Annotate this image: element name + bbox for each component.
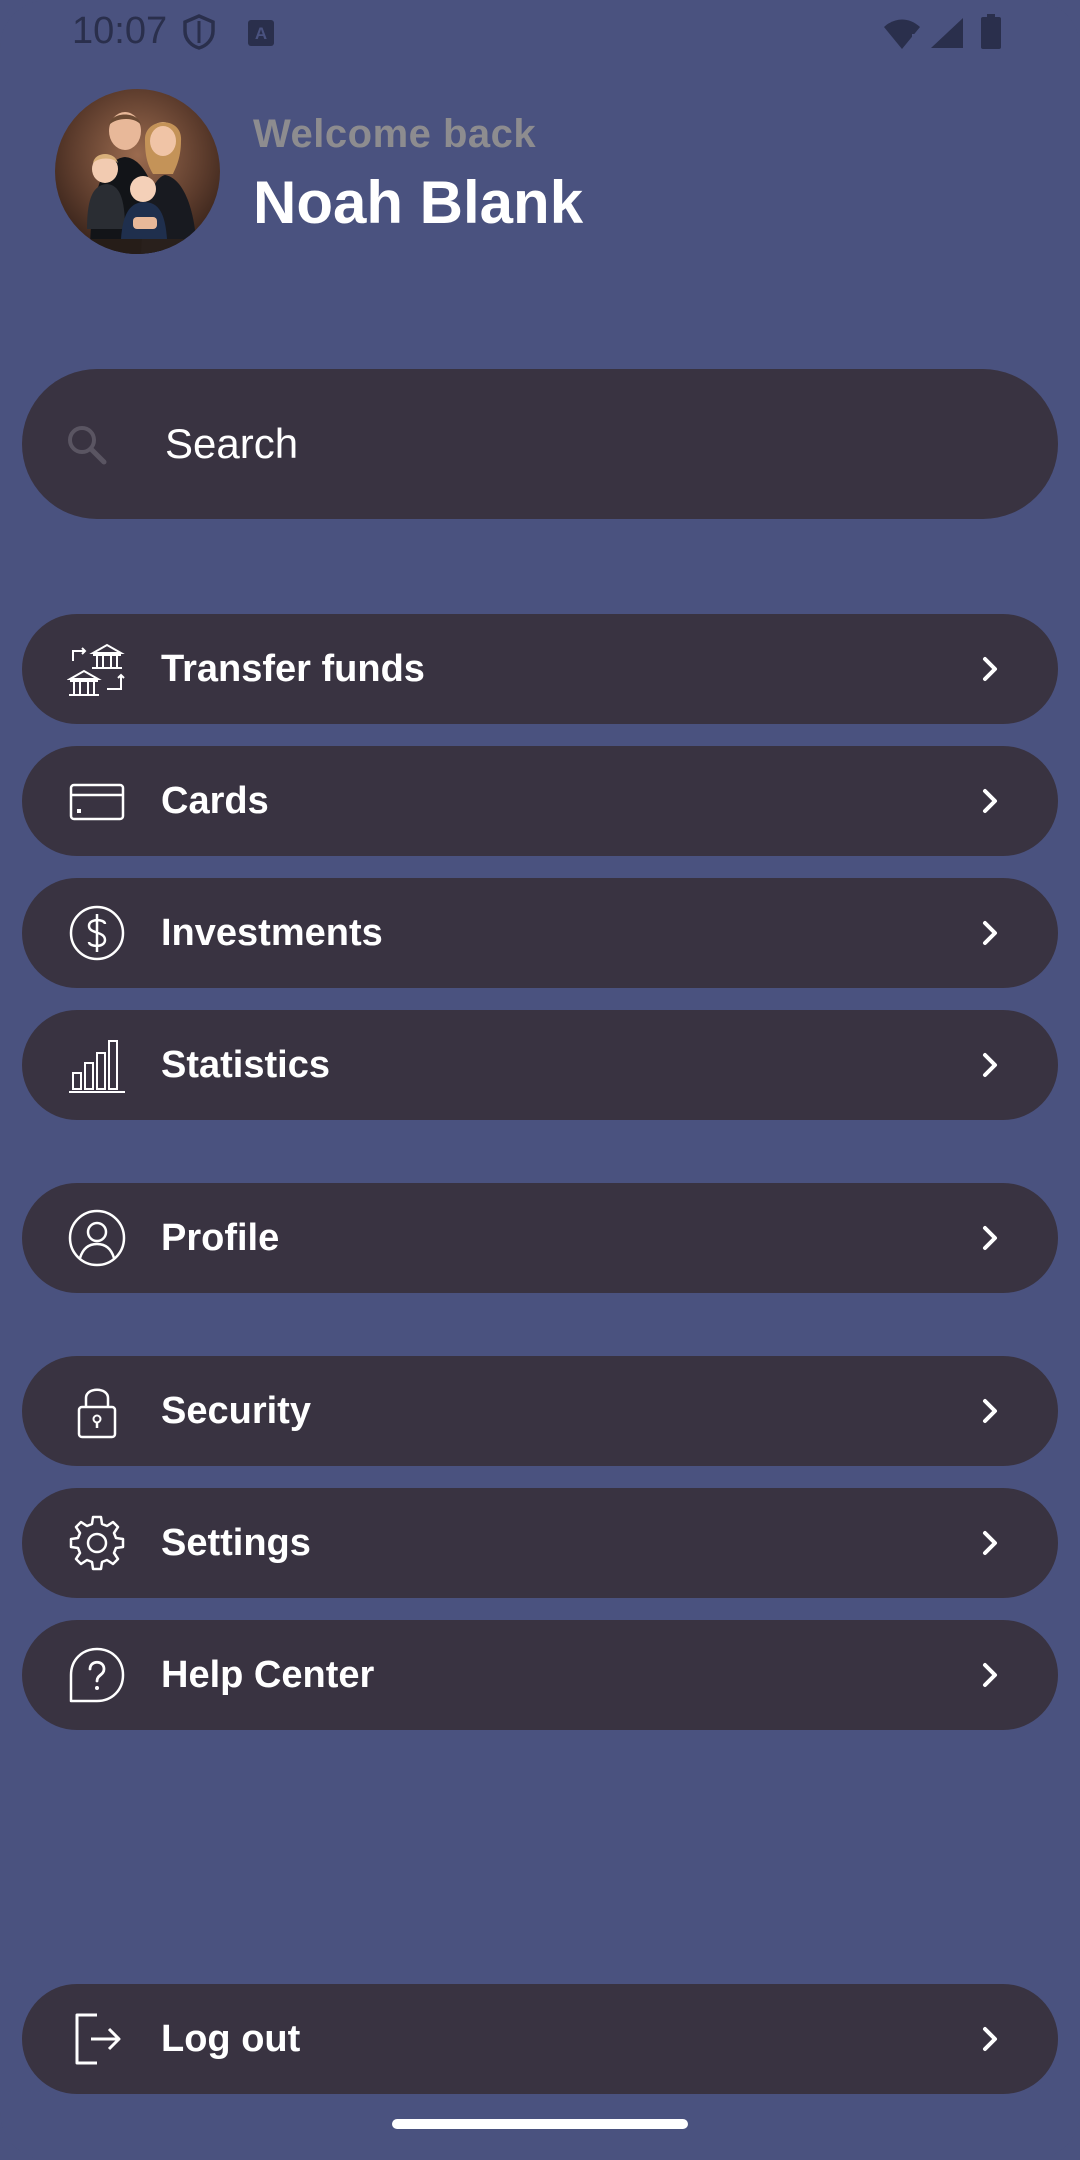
chevron-right-icon	[983, 1663, 997, 1687]
menu-item-label: Settings	[161, 1522, 311, 1564]
svg-text:A: A	[255, 24, 267, 43]
bank-transfer-icon	[67, 643, 125, 696]
logout-label: Log out	[161, 2018, 301, 2060]
wifi-icon	[884, 19, 920, 49]
logout-icon	[75, 2013, 121, 2065]
logout-button[interactable]: Log out	[22, 1984, 1058, 2094]
menu-item-profile[interactable]: Profile	[22, 1183, 1058, 1293]
menu-item-label: Profile	[161, 1217, 280, 1259]
chevron-right-icon	[983, 2027, 997, 2051]
chevron-right-icon	[983, 1399, 997, 1423]
menu-item-cards[interactable]: Cards	[22, 746, 1058, 856]
menu-item-help-center[interactable]: Help Center	[22, 1620, 1058, 1730]
chevron-right-icon	[983, 1226, 997, 1250]
menu-item-label: Statistics	[161, 1044, 330, 1086]
status-bar: 10:07 A	[0, 0, 1080, 68]
dollar-circle-icon	[69, 905, 125, 961]
gear-icon	[69, 1515, 125, 1571]
status-time: 10:07	[72, 10, 168, 52]
chevron-right-icon	[983, 657, 997, 681]
menu-item-label: Investments	[161, 912, 383, 954]
help-bubble-icon	[69, 1647, 125, 1703]
search-input[interactable]	[150, 369, 1045, 519]
user-name: Noah Blank	[253, 169, 584, 236]
cellular-signal-icon	[931, 18, 963, 48]
avatar[interactable]	[55, 89, 220, 254]
menu-item-label: Security	[161, 1390, 311, 1432]
chevron-right-icon	[983, 1531, 997, 1555]
welcome-text: Welcome back	[253, 112, 537, 156]
menu-item-security[interactable]: Security	[22, 1356, 1058, 1466]
lock-icon	[77, 1388, 117, 1439]
menu-item-transfer-funds[interactable]: Transfer funds	[22, 614, 1058, 724]
search-icon	[68, 426, 107, 465]
bar-chart-icon	[69, 1040, 125, 1093]
menu-item-label: Transfer funds	[161, 648, 425, 690]
credit-card-icon	[69, 783, 125, 821]
chevron-right-icon	[983, 921, 997, 945]
avatar-photo	[55, 89, 220, 254]
gesture-nav-handle[interactable]	[392, 2119, 688, 2129]
menu-item-settings[interactable]: Settings	[22, 1488, 1058, 1598]
menu-item-statistics[interactable]: Statistics	[22, 1010, 1058, 1120]
chevron-right-icon	[983, 789, 997, 813]
app-screen: 10:07 A Welcome back Noah Blank Search T…	[0, 0, 1080, 2160]
menu-item-label: Cards	[161, 780, 269, 822]
shield-icon	[183, 14, 215, 50]
menu-item-investments[interactable]: Investments	[22, 878, 1058, 988]
menu-item-label: Help Center	[161, 1654, 375, 1696]
user-circle-icon	[68, 1209, 126, 1267]
chevron-right-icon	[983, 1053, 997, 1077]
keyboard-indicator-icon: A	[248, 20, 274, 46]
battery-icon	[981, 14, 1001, 49]
